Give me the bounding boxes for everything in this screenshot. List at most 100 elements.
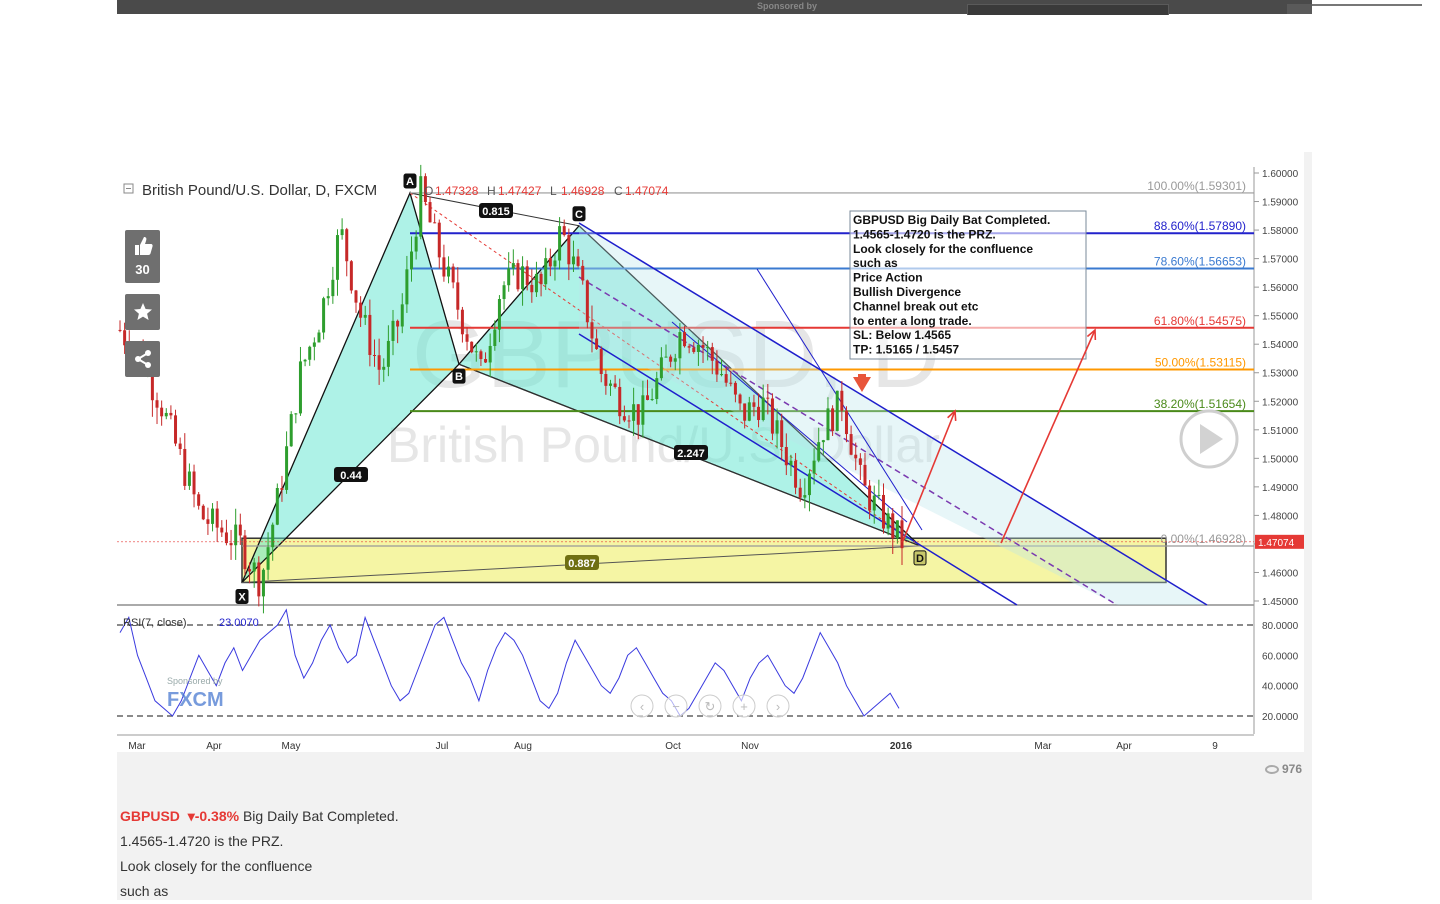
candle-body [331,279,335,297]
candle-body [678,332,682,359]
candle-body [405,269,409,305]
candle-body [858,458,862,465]
candle-body [636,404,640,425]
candle-body [155,400,159,408]
candle-body [673,358,677,362]
description-line: Big Daily Bat Completed. [242,808,399,824]
candle-body [428,202,432,223]
description-change: ▾-0.38% [187,808,240,824]
candle-body [881,494,885,529]
candle-body [206,519,210,524]
view-count: 976 [1264,762,1302,776]
candle-body [553,260,557,267]
like-button[interactable]: 30 [125,230,160,283]
zoom-out-icon-glyph: − [672,699,680,714]
candle-body [650,398,654,400]
analysis-note-line: Price Action [853,271,923,285]
candle-body [377,355,381,370]
star-icon [133,303,152,320]
candle-body [211,508,215,524]
favorite-button[interactable] [125,294,160,330]
candle-body [900,520,904,549]
x-tick-label: Mar [1034,741,1052,752]
candle-body [298,361,302,414]
y-tick-label: 1.48000 [1262,511,1299,522]
point-label: D [916,553,924,565]
share-icon [134,350,151,368]
candle-body [752,402,756,407]
candle-body [775,420,779,434]
candle-body [400,304,404,327]
candle-body [618,386,622,417]
fib-label: 61.80%(1.54575) [1154,314,1246,328]
point-label: B [455,371,463,383]
description-line: Look closely for the confluence [120,858,313,874]
ohlc-l: 1.46928 [561,184,605,198]
candle-body [761,397,765,421]
y-tick-label: 1.55000 [1262,312,1299,323]
current-price-value: 1.47074 [1258,538,1295,549]
sponsor-label: Sponsored by [167,676,223,686]
reset-icon-glyph: ↻ [705,699,716,714]
candle-body [359,302,363,318]
candle-body [525,266,529,285]
candle-body [794,460,798,488]
candle-body [294,413,298,415]
candle-body [817,442,821,461]
y-tick-label: 1.46000 [1262,568,1299,579]
candle-body [396,320,400,327]
point-label: X [238,591,246,603]
candle-body [521,266,525,290]
y-tick-label: 1.59000 [1262,198,1299,209]
minus-left-icon-glyph: ‹ [640,699,644,714]
candle-body [798,487,802,498]
ratio-label: 0.887 [568,558,596,570]
candle-body [729,382,733,384]
view-count-value: 976 [1281,762,1302,776]
share-button[interactable] [125,341,160,377]
candle-body [585,280,589,323]
candle-body [604,374,608,386]
candle-body [164,412,168,417]
scroll-right-icon-glyph: › [776,699,780,714]
candle-body [780,420,784,448]
fib-label: 78.60%(1.56653) [1154,255,1246,269]
candle-body [437,222,441,258]
candle-body [257,562,261,597]
candle-body [608,383,612,386]
candle-body [770,398,774,434]
top-divider [1312,4,1422,6]
description-line: 1.4565-1.4720 is the PRZ. [120,833,284,849]
candle-body [534,273,538,293]
candle-body [664,356,668,358]
candle-body [590,322,594,339]
candle-body [433,222,437,224]
x-tick-label: Apr [206,741,222,752]
candle-body [451,266,455,283]
analysis-note-line: such as [853,256,898,270]
candle-body [340,229,344,236]
candle-body [303,359,307,362]
candle-body [868,485,872,511]
x-tick-label: Jul [436,741,449,752]
zoom-in-icon-glyph: + [740,699,748,714]
candle-body [285,446,289,490]
candle-body [308,346,312,360]
x-tick-label: Apr [1116,741,1132,752]
candle-body [410,251,414,270]
price-chart[interactable]: GBPUSD, D British Pound/U.S. Dollar 100.… [117,152,1304,752]
ohlc-l_label: L [550,184,557,198]
candle-body [493,329,497,346]
candle-body [511,263,515,269]
analysis-note-line: TP: 1.5165 / 1.5457 [853,343,959,357]
candle-body [576,256,580,266]
candle-body [419,176,423,237]
x-tick-label: Aug [514,741,532,752]
fib-label: 100.00%(1.59301) [1147,179,1246,193]
candle-body [474,351,478,353]
description-symbol[interactable]: GBPUSD [120,808,180,824]
candle-body [599,349,603,375]
top-bar-slot-right [1287,4,1312,14]
thumbs-up-icon [134,237,153,255]
candle-body [581,265,585,281]
